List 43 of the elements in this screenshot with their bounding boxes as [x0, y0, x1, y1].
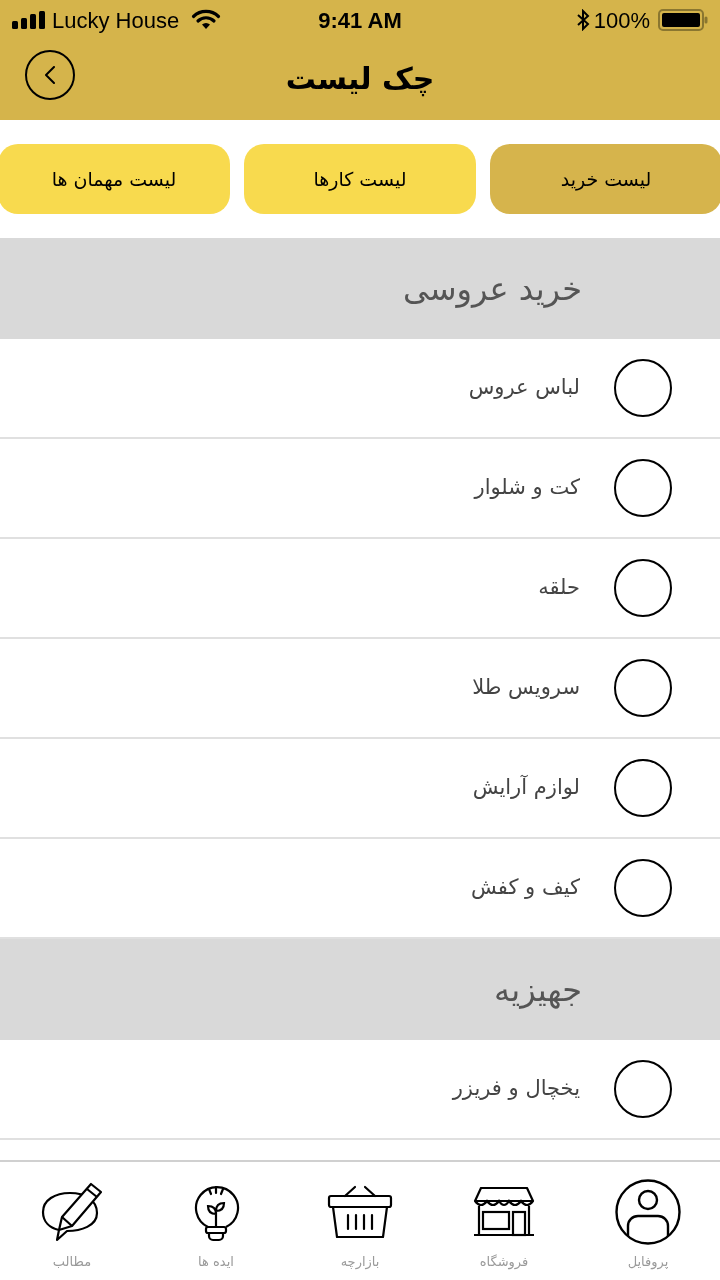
nav-label: ایده ها — [198, 1253, 234, 1271]
checkbox[interactable] — [614, 559, 672, 617]
checkbox[interactable] — [614, 659, 672, 717]
person-circle-icon — [615, 1179, 681, 1245]
nav-label: فروشگاه — [479, 1253, 529, 1272]
nav-item[interactable]: پروفایل — [576, 1162, 720, 1280]
item-label: لوازم آرایش — [472, 774, 580, 802]
page-title: چک لیست — [285, 59, 435, 99]
battery-icon — [658, 9, 708, 31]
nav-item[interactable]: ایده ها — [144, 1162, 288, 1280]
section-title: خرید عروسی — [403, 268, 582, 310]
nav-label: پروفایل — [627, 1253, 669, 1272]
tab[interactable]: لیست کارها — [244, 144, 476, 214]
storefront-icon — [473, 1187, 535, 1237]
nav-item[interactable]: بازارچه — [288, 1162, 432, 1280]
nav-label: بازارچه — [340, 1253, 380, 1272]
checkbox[interactable] — [614, 459, 672, 517]
tab[interactable]: لیست خرید — [490, 144, 720, 214]
section-title: جهیزیه — [494, 969, 582, 1011]
item-label: سرویس طلا — [472, 674, 580, 702]
checkbox[interactable] — [614, 859, 672, 917]
nav-item[interactable]: مطالب — [0, 1162, 144, 1280]
item-label: کت و شلوار — [474, 474, 580, 502]
signal-icon — [12, 11, 46, 29]
chevron-left-icon — [45, 66, 55, 84]
item-label: لباس عروس — [468, 374, 580, 402]
nav-label: مطالب — [52, 1253, 92, 1271]
item-label: یخچال و فریزر — [452, 1075, 580, 1103]
status-time: 9:41 AM — [318, 6, 402, 35]
bluetooth-icon — [575, 9, 590, 31]
speech-bubble-pencil-icon — [41, 1182, 103, 1242]
carrier-name: Lucky House — [52, 6, 180, 35]
battery-percent: 100% — [593, 6, 650, 35]
checkbox[interactable] — [614, 359, 672, 417]
back-button[interactable] — [25, 50, 75, 100]
basket-icon — [327, 1185, 393, 1239]
checkbox[interactable] — [614, 1060, 672, 1118]
checkbox[interactable] — [614, 759, 672, 817]
tab[interactable]: لیست مهمان ها — [0, 144, 230, 214]
item-label: حلقه — [538, 574, 580, 602]
nav-item[interactable]: فروشگاه — [432, 1162, 576, 1280]
wifi-icon — [191, 9, 222, 31]
item-label: کیف و کفش — [471, 874, 580, 902]
